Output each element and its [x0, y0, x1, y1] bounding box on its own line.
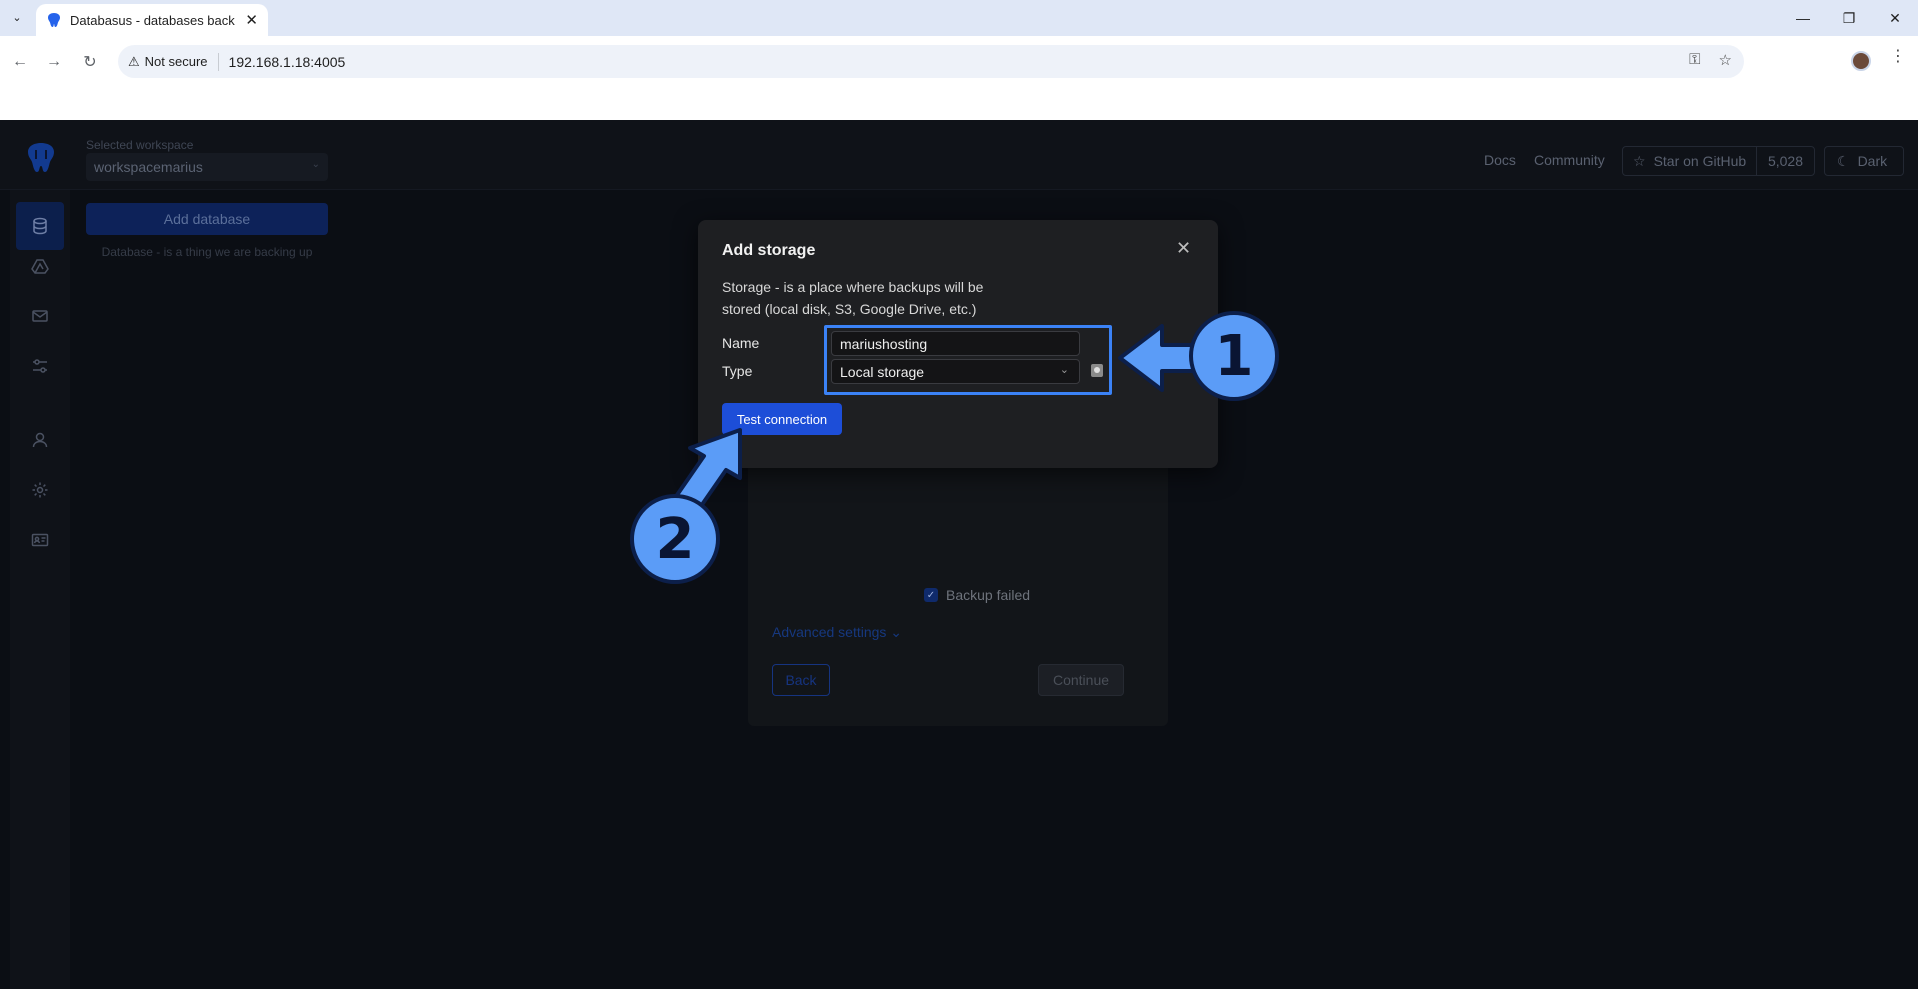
annotation-highlight-box: [824, 325, 1112, 395]
bookmark-star-icon[interactable]: ☆: [1719, 51, 1732, 69]
app-header: Selected workspace workspacemarius ⌄ Doc…: [0, 120, 1918, 190]
moon-icon: ☾: [1837, 152, 1850, 169]
reload-icon[interactable]: ↻: [76, 48, 104, 76]
sidebar-item-users[interactable]: [16, 416, 64, 464]
github-button-label: Star on GitHub: [1653, 153, 1747, 169]
back-button[interactable]: Back: [772, 664, 830, 696]
window-close-icon[interactable]: ✕: [1872, 6, 1918, 30]
workspace-value: workspacemarius: [94, 159, 203, 175]
security-indicator[interactable]: ⚠ Not secure: [128, 54, 208, 70]
type-label: Type: [722, 363, 753, 379]
workspace-label: Selected workspace: [86, 138, 194, 152]
tab-title: Databasus - databases backups: [70, 12, 235, 28]
workspace-select[interactable]: workspacemarius ⌄: [86, 153, 328, 181]
browser-tab-bar: ⌄ Databasus - databases backups ✕ — ❐ ✕: [0, 0, 1918, 36]
star-icon: ☆: [1633, 152, 1646, 169]
database-icon: [33, 217, 47, 235]
warning-triangle-icon: ⚠: [128, 53, 140, 69]
annotation-badge-1: 1: [1189, 311, 1279, 401]
test-connection-button[interactable]: Test connection: [722, 403, 842, 435]
name-label: Name: [722, 335, 760, 351]
backup-failed-checkbox[interactable]: ✓: [924, 588, 938, 602]
advanced-settings-toggle[interactable]: Advanced settings ⌄: [772, 624, 902, 641]
advanced-settings-label: Advanced settings: [772, 624, 887, 640]
restore-icon[interactable]: ❐: [1826, 6, 1872, 30]
docs-link[interactable]: Docs: [1484, 152, 1516, 168]
browser-menu-icon[interactable]: ⋮: [1890, 46, 1906, 66]
minimize-icon[interactable]: —: [1780, 6, 1826, 30]
chevron-down-icon: ⌄: [890, 624, 903, 640]
tab-close-icon[interactable]: ✕: [245, 11, 258, 29]
backup-failed-label: Backup failed: [946, 587, 1031, 603]
sliders-icon: [33, 359, 47, 373]
github-star-count[interactable]: 5,028: [1756, 146, 1815, 176]
chevron-down-icon: ⌄: [311, 159, 320, 170]
password-key-icon[interactable]: ⚿: [1689, 51, 1700, 69]
theme-label: Dark: [1857, 153, 1888, 169]
mail-icon: [32, 310, 48, 322]
sidebar: [10, 190, 70, 989]
profile-avatar[interactable]: [1851, 51, 1871, 71]
sidebar-item-profile[interactable]: [16, 516, 64, 564]
modal-description: Storage - is a place where backups will …: [722, 279, 984, 317]
modal-title: Add storage: [722, 242, 816, 259]
databasus-favicon-icon: [48, 13, 60, 27]
browser-toolbar: ← → ↻ ⚠ Not secure 192.168.1.18:4005 ⚿ ☆…: [0, 36, 1918, 120]
cloud-drive-icon: [31, 259, 49, 274]
community-link[interactable]: Community: [1534, 152, 1605, 168]
gear-icon: [32, 482, 48, 498]
url-text[interactable]: 192.168.1.18:4005: [229, 54, 346, 70]
star-on-github-button[interactable]: ☆ Star on GitHub: [1622, 146, 1757, 176]
sidebar-item-notifiers[interactable]: [16, 292, 64, 340]
close-icon[interactable]: ✕: [1176, 238, 1191, 259]
add-database-hint: Database - is a thing we are backing up: [101, 245, 313, 259]
divider: [217, 52, 219, 71]
security-label: Not secure: [144, 54, 208, 69]
database-wizard-panel: ✓ Backup failed Advanced settings ⌄ Back…: [748, 450, 1168, 726]
back-arrow-icon[interactable]: ←: [6, 48, 34, 76]
browser-tab[interactable]: Databasus - databases backups ✕: [36, 4, 268, 36]
add-database-button[interactable]: Add database: [86, 203, 328, 235]
address-bar[interactable]: ⚠ Not secure 192.168.1.18:4005 ⚿ ☆: [118, 45, 1744, 78]
id-card-icon: [31, 533, 49, 547]
databasus-logo-icon[interactable]: [24, 141, 58, 175]
tab-search-icon[interactable]: ⌄: [6, 6, 28, 28]
annotation-badge-2: 2: [630, 494, 720, 584]
continue-button[interactable]: Continue: [1038, 664, 1124, 696]
theme-toggle-button[interactable]: ☾ Dark: [1824, 146, 1904, 176]
sidebar-item-storages[interactable]: [16, 242, 64, 290]
forward-arrow-icon[interactable]: →: [40, 48, 68, 76]
sidebar-item-preferences[interactable]: [16, 466, 64, 514]
user-icon: [32, 432, 48, 448]
sidebar-item-settings[interactable]: [16, 342, 64, 390]
